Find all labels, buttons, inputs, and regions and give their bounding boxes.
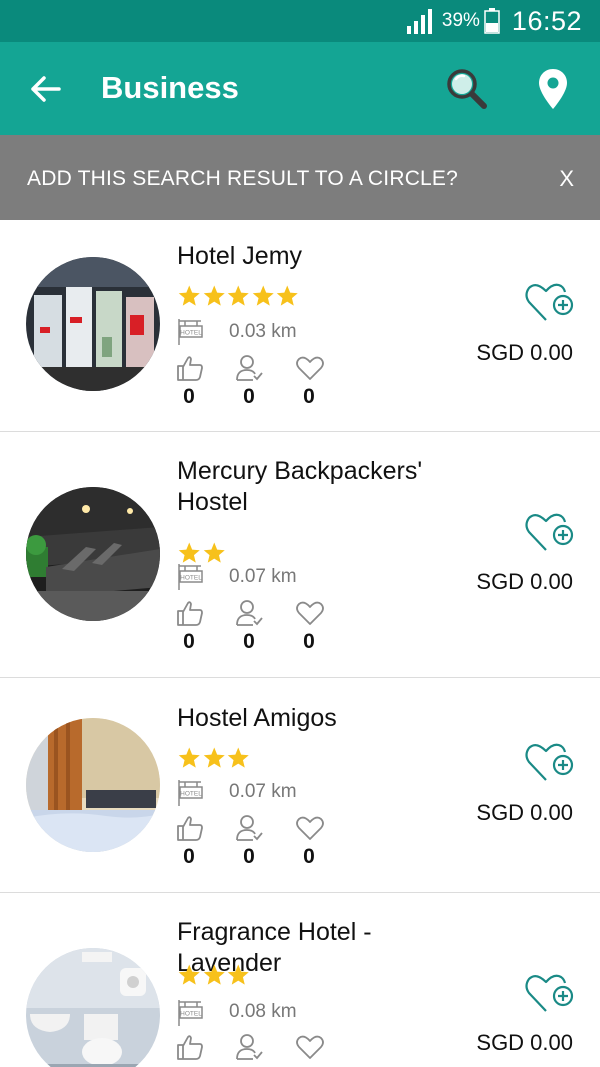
distance: 0.03 km [229, 321, 297, 342]
star-icon [203, 285, 225, 306]
star-rating [177, 284, 300, 310]
svg-text:HOTEL: HOTEL [180, 330, 202, 337]
follows-count: 0 [243, 630, 255, 653]
add-to-favorites-icon[interactable] [524, 510, 576, 554]
thumbs-up-icon[interactable] [176, 814, 204, 842]
star-icon [178, 285, 200, 306]
hotel-sign-icon: HOTEL [178, 564, 203, 590]
star-icon [227, 747, 249, 768]
favorites-count: 0 [303, 385, 315, 408]
star-icon [203, 964, 225, 985]
results-list: Hotel Jemy HOTEL 0.03 km 0 0 0 SGD 0.00 [0, 220, 600, 1067]
distance: 0.08 km [229, 1001, 297, 1022]
follow-user-icon[interactable] [235, 814, 263, 842]
banner-text: ADD THIS SEARCH RESULT TO A CIRCLE? [27, 167, 459, 190]
star-icon [252, 285, 274, 306]
heart-outline-icon[interactable] [296, 814, 324, 842]
business-name[interactable]: Mercury Backpackers' Hostel [177, 456, 477, 518]
search-icon[interactable] [444, 66, 490, 112]
add-to-favorites-icon[interactable] [524, 740, 576, 784]
follows-count: 0 [243, 845, 255, 868]
thumbs-up-icon[interactable] [176, 599, 204, 627]
svg-text:HOTEL: HOTEL [180, 1011, 202, 1018]
star-icon [203, 542, 225, 563]
thumbs-up-icon[interactable] [176, 1033, 204, 1061]
business-name[interactable]: Hotel Jemy [177, 241, 477, 272]
business-thumbnail [26, 718, 160, 852]
likes-count: 0 [183, 845, 195, 868]
hotel-sign-icon: HOTEL [178, 319, 203, 345]
follows-count: 0 [243, 385, 255, 408]
follow-user-icon[interactable] [235, 599, 263, 627]
follow-user-icon[interactable] [235, 1033, 263, 1061]
likes-count: 0 [183, 630, 195, 653]
follow-user-icon[interactable] [235, 354, 263, 382]
likes-count: 0 [183, 385, 195, 408]
price: SGD 0.00 [476, 1030, 573, 1055]
svg-text:HOTEL: HOTEL [180, 575, 202, 582]
add-to-circle-banner: ADD THIS SEARCH RESULT TO A CIRCLE? X [0, 135, 600, 220]
distance: 0.07 km [229, 781, 297, 802]
star-icon [178, 542, 200, 563]
thumbs-up-icon[interactable] [176, 354, 204, 382]
business-name[interactable]: Hostel Amigos [177, 703, 477, 734]
signal-icon [406, 9, 432, 34]
status-indicators: 39% 16:52 [406, 6, 582, 36]
price: SGD 0.00 [476, 340, 573, 365]
page-title: Business [101, 70, 239, 105]
star-icon [203, 747, 225, 768]
star-icon [276, 285, 298, 306]
distance: 0.07 km [229, 566, 297, 587]
heart-outline-icon[interactable] [296, 1033, 324, 1061]
hotel-sign-icon: HOTEL [178, 780, 203, 806]
app-bar: Business [0, 42, 600, 135]
heart-outline-icon[interactable] [296, 599, 324, 627]
star-icon [227, 964, 249, 985]
list-item[interactable]: Hostel Amigos HOTEL 0.07 km 0 0 0 SGD 0.… [0, 678, 600, 893]
add-to-favorites-icon[interactable] [524, 280, 576, 324]
star-icon [178, 747, 200, 768]
price: SGD 0.00 [476, 569, 573, 594]
hotel-sign-icon: HOTEL [178, 1000, 203, 1026]
business-thumbnail [26, 948, 160, 1067]
heart-outline-icon[interactable] [296, 354, 324, 382]
battery-icon [484, 8, 500, 34]
star-rating [177, 963, 251, 989]
banner-close-button[interactable]: X [559, 166, 574, 192]
back-button[interactable] [26, 69, 66, 109]
business-thumbnail [26, 257, 160, 391]
list-item[interactable]: Fragrance Hotel - Lavender HOTEL 0.08 km… [0, 893, 600, 1067]
star-rating [177, 746, 251, 772]
price: SGD 0.00 [476, 800, 573, 825]
battery-percent: 39% [441, 10, 480, 31]
favorites-count: 0 [303, 630, 315, 653]
business-thumbnail [26, 487, 160, 621]
list-item[interactable]: Hotel Jemy HOTEL 0.03 km 0 0 0 SGD 0.00 [0, 220, 600, 432]
list-item[interactable]: Mercury Backpackers' Hostel HOTEL 0.07 k… [0, 432, 600, 678]
star-icon [227, 285, 249, 306]
location-pin-icon[interactable] [536, 67, 570, 111]
favorites-count: 0 [303, 845, 315, 868]
svg-text:HOTEL: HOTEL [180, 791, 202, 798]
arrow-left-icon [31, 76, 61, 102]
clock: 16:52 [511, 5, 582, 36]
add-to-favorites-icon[interactable] [524, 971, 576, 1015]
status-bar: 39% 16:52 [0, 0, 600, 42]
star-icon [178, 964, 200, 985]
